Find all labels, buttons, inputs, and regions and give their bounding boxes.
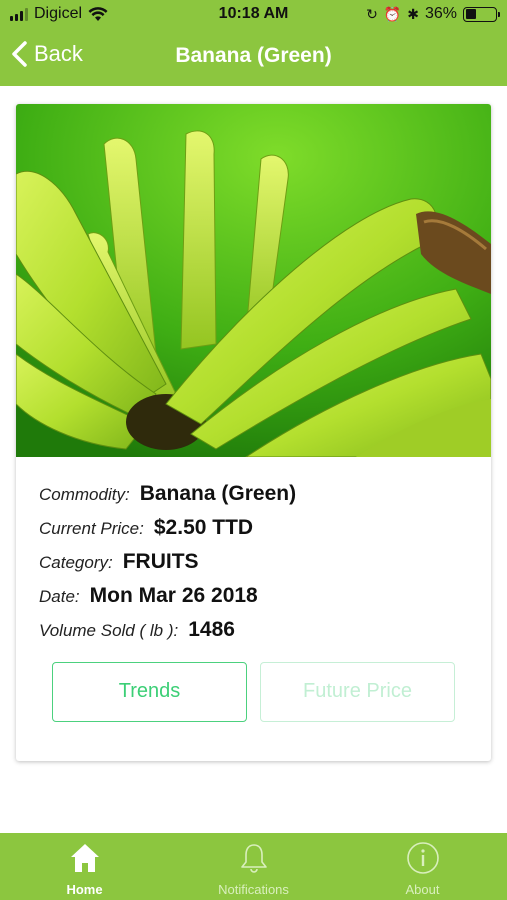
bluetooth-icon: ✱ xyxy=(407,5,419,22)
commodity-value: Banana (Green) xyxy=(139,482,297,505)
info-icon xyxy=(338,841,507,875)
category-label: Category: xyxy=(39,553,113,572)
home-icon xyxy=(0,841,169,875)
nav-bar: Back Banana (Green) xyxy=(0,30,507,86)
volume-label: Volume Sold ( lb ): xyxy=(39,621,179,640)
battery-percent: 36% xyxy=(424,5,457,22)
price-value: $2.50 TTD xyxy=(153,516,254,539)
status-bar: Digicel 10:18 AM ↻ ⏰ ✱ 36% xyxy=(0,0,507,30)
tab-notifications[interactable]: Notifications xyxy=(169,833,338,900)
category-row: Category: FRUITS xyxy=(39,550,469,584)
category-value: FRUITS xyxy=(122,550,199,573)
trends-button[interactable]: Trends xyxy=(52,662,247,722)
date-value: Mon Mar 26 2018 xyxy=(89,584,258,607)
tab-bar: Home Notifications About xyxy=(0,833,507,900)
price-row: Current Price: $2.50 TTD xyxy=(39,516,469,550)
date-label: Date: xyxy=(39,587,80,606)
product-card: Commodity: Banana (Green) Current Price:… xyxy=(16,104,491,761)
tab-about[interactable]: About xyxy=(338,833,507,900)
tab-notifications-label: Notifications xyxy=(218,882,289,897)
tab-home[interactable]: Home xyxy=(0,833,169,900)
commodity-details: Commodity: Banana (Green) Current Price:… xyxy=(39,482,469,652)
price-label: Current Price: xyxy=(39,519,144,538)
status-right: ↻ ⏰ ✱ 36% xyxy=(366,5,500,23)
tab-home-label: Home xyxy=(66,882,103,897)
page-title: Banana (Green) xyxy=(175,44,332,67)
commodity-label: Commodity: xyxy=(39,485,130,504)
orientation-lock-icon: ↻ xyxy=(366,5,378,22)
commodity-row: Commodity: Banana (Green) xyxy=(39,482,469,516)
bell-icon xyxy=(169,841,338,875)
date-row: Date: Mon Mar 26 2018 xyxy=(39,584,469,618)
alarm-icon: ⏰ xyxy=(383,5,402,22)
future-price-button[interactable]: Future Price xyxy=(260,662,455,722)
volume-value: 1486 xyxy=(188,618,235,641)
volume-row: Volume Sold ( lb ): 1486 xyxy=(39,618,469,652)
battery-icon xyxy=(463,6,500,22)
product-image xyxy=(16,104,491,457)
tab-about-label: About xyxy=(405,882,440,897)
